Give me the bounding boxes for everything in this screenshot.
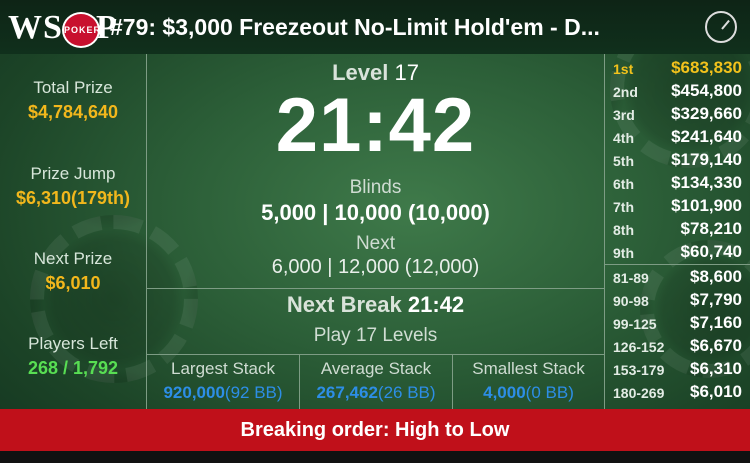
smallest-stack-label: Smallest Stack xyxy=(472,359,585,378)
total-prize: Total Prize $4,784,640 xyxy=(0,78,146,123)
average-stack: Average Stack 267,462(26 BB) xyxy=(300,355,452,409)
next-break-time: 21:42 xyxy=(407,292,465,317)
next-blinds-label: Next xyxy=(355,233,396,254)
tournament-title: #79: $3,000 Freezeout No-Limit Hold'em -… xyxy=(110,14,600,40)
payout-range-row: 81-89 $8,600 xyxy=(613,267,742,286)
play-levels: Play 17 Levels xyxy=(313,325,438,346)
prize-jump: Prize Jump $6,310(179th) xyxy=(0,164,146,209)
header-bar: WS POKER P #79: $3,000 Freezeout No-Limi… xyxy=(0,0,750,54)
payout-row: 5th $179,140 xyxy=(613,150,742,169)
largest-stack: Largest Stack 920,000(92 BB) xyxy=(147,355,299,409)
smallest-stack-value: 4,000 xyxy=(483,383,526,402)
payout-range-row: 90-98 $7,790 xyxy=(613,290,742,309)
average-stack-value: 267,462 xyxy=(316,383,378,402)
payout-row: 8th $78,210 xyxy=(613,219,742,238)
next-prize-label: Next Prize xyxy=(33,249,113,268)
next-blinds-value: 6,000 | 12,000 (12,000) xyxy=(271,256,480,278)
clock-panel: Level 17 21:42 Blinds 5,000 | 10,000 (10… xyxy=(147,54,604,409)
next-break: Next Break 21:42 xyxy=(147,292,604,318)
next-prize-value: $6,010 xyxy=(45,273,101,293)
largest-stack-label: Largest Stack xyxy=(171,359,275,378)
average-stack-bb: (26 BB) xyxy=(377,383,436,402)
next-break-label: Next Break xyxy=(286,292,402,317)
players-left-label: Players Left xyxy=(28,334,118,353)
clock-icon[interactable] xyxy=(705,11,737,43)
payout-row: 7th $101,900 xyxy=(613,196,742,215)
wsop-logo: WS POKER P xyxy=(8,9,118,48)
poker-badge: POKER xyxy=(62,12,100,48)
average-stack-label: Average Stack xyxy=(320,359,432,378)
next-prize: Next Prize $6,010 xyxy=(0,249,146,294)
payout-range-row: 126-152 $6,670 xyxy=(613,336,742,355)
payout-row: 2nd $454,800 xyxy=(613,81,742,100)
smallest-stack-bb: (0 BB) xyxy=(525,383,574,402)
payout-row: 1st $683,830 xyxy=(613,58,742,77)
payout-row: 6th $134,330 xyxy=(613,173,742,192)
payout-row: 9th $60,740 xyxy=(613,242,742,261)
payout-range-row: 180-269 $6,010 xyxy=(613,382,742,401)
breaking-order-banner: Breaking order: High to Low xyxy=(0,409,750,451)
smallest-stack: Smallest Stack 4,000(0 BB) xyxy=(453,355,604,409)
prize-jump-label: Prize Jump xyxy=(30,164,116,183)
largest-stack-bb: (92 BB) xyxy=(224,383,283,402)
payout-row: 4th $241,640 xyxy=(613,127,742,146)
level-timer: 21:42 xyxy=(275,83,476,168)
prize-jump-value: $6,310(179th) xyxy=(15,188,131,208)
players-left-value: 268 / 1,792 xyxy=(27,358,119,378)
players-left: Players Left 268 / 1,792 xyxy=(0,334,146,379)
bottom-edge xyxy=(0,451,750,463)
payout-range-row: 99-125 $7,160 xyxy=(613,313,742,332)
total-prize-label: Total Prize xyxy=(33,78,113,97)
total-prize-value: $4,784,640 xyxy=(27,102,119,122)
payout-table: 1st $683,830 2nd $454,800 3rd $329,660 4th $… xyxy=(605,54,750,409)
blinds-label: Blinds xyxy=(349,177,402,198)
payout-row: 3rd $329,660 xyxy=(613,104,742,123)
payout-range-row: 153-179 $6,310 xyxy=(613,359,742,378)
largest-stack-value: 920,000 xyxy=(163,383,225,402)
blinds-value: 5,000 | 10,000 (10,000) xyxy=(261,200,490,225)
prize-summary: Total Prize $4,784,640 Prize Jump $6,310… xyxy=(0,54,146,409)
